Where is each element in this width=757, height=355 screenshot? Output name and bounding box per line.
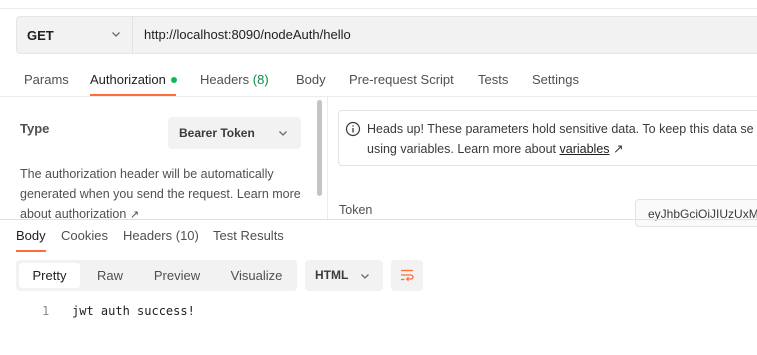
method-label: GET	[27, 27, 54, 43]
chevron-down-icon	[279, 131, 287, 136]
postman-request-view: GET http://localhost:8090/nodeAuth/hello…	[0, 0, 757, 355]
tab-response-body[interactable]: Body	[16, 220, 46, 250]
tab-label: Cookies	[61, 228, 108, 243]
response-tabs: Body Cookies Headers (10) Test Results	[0, 220, 757, 252]
wrap-lines-icon	[401, 269, 414, 282]
view-preview-button[interactable]: Preview	[142, 263, 212, 288]
tab-headers[interactable]: Headers (8)	[200, 64, 269, 96]
active-dot-icon	[170, 76, 177, 83]
notice-line-2: using variables. Learn more about	[367, 142, 557, 156]
tab-cookies[interactable]: Cookies	[61, 220, 108, 250]
tab-label: Settings	[532, 72, 579, 87]
response-tab-underline	[16, 250, 46, 252]
view-raw-button[interactable]: Raw	[84, 263, 136, 288]
request-url-bar: GET http://localhost:8090/nodeAuth/hello	[16, 16, 757, 54]
tab-authorization[interactable]: Authorization	[90, 64, 177, 96]
auth-description-text: The authorization header will be automat…	[20, 167, 301, 219]
auth-type-select[interactable]: Bearer Token	[168, 117, 301, 149]
tab-label: Body	[16, 228, 46, 243]
notice-text: Heads up! These parameters hold sensitiv…	[367, 119, 757, 159]
wrap-lines-button[interactable]	[391, 260, 423, 291]
response-body-line[interactable]: jwt auth success!	[72, 303, 195, 319]
tab-settings[interactable]: Settings	[532, 64, 579, 96]
external-link-icon: ↗	[613, 142, 624, 156]
method-select[interactable]: GET	[17, 17, 132, 53]
active-tab-underline	[90, 94, 176, 96]
tab-response-headers[interactable]: Headers (10)	[123, 220, 199, 250]
tab-label: Headers (10)	[123, 228, 199, 243]
tab-label: Authorization	[90, 72, 166, 87]
view-visualize-button[interactable]: Visualize	[218, 263, 295, 288]
tab-label: Tests	[478, 72, 509, 87]
auth-type-value: Bearer Token	[179, 126, 255, 140]
url-input[interactable]: http://localhost:8090/nodeAuth/hello	[144, 17, 351, 53]
panel-divider[interactable]	[327, 97, 328, 219]
panel-scrollbar[interactable]	[317, 100, 322, 196]
tab-pre-request-script[interactable]: Pre-request Script	[349, 64, 454, 96]
tab-params[interactable]: Params	[24, 64, 69, 96]
tab-label: Test Results	[213, 228, 284, 243]
view-pretty-button[interactable]: Pretty	[19, 263, 80, 288]
tab-count: (8)	[252, 72, 269, 87]
tab-body[interactable]: Body	[296, 64, 326, 96]
tab-label: Body	[296, 72, 326, 87]
method-divider	[132, 17, 133, 53]
line-number: 1	[42, 304, 50, 318]
type-label: Type	[20, 121, 50, 136]
format-select[interactable]: HTML	[305, 260, 383, 291]
tab-label: Pre-request Script	[349, 72, 454, 87]
sensitive-data-notice: Heads up! These parameters hold sensitiv…	[338, 110, 757, 166]
request-tabs: Params Authorization Headers (8) Body Pr…	[0, 64, 757, 97]
variables-link[interactable]: variables	[560, 142, 610, 156]
view-mode-group: Pretty Raw Preview Visualize	[16, 260, 297, 291]
info-icon	[345, 121, 361, 137]
auth-description[interactable]: The authorization header will be automat…	[20, 164, 310, 219]
chevron-down-icon	[112, 32, 120, 37]
auth-type-panel: Type Bearer Token The authorization head…	[0, 97, 327, 219]
external-link-icon: ↗	[129, 209, 140, 219]
notice-line-1: Heads up! These parameters hold sensitiv…	[367, 122, 754, 136]
token-label: Token	[339, 203, 373, 217]
format-value: HTML	[315, 268, 349, 282]
tab-label: Headers	[200, 72, 250, 87]
chevron-down-icon	[361, 274, 369, 279]
tab-tests[interactable]: Tests	[478, 64, 508, 96]
tab-test-results[interactable]: Test Results	[213, 220, 284, 250]
tab-strip	[0, 0, 757, 9]
tab-label: Params	[24, 72, 69, 87]
